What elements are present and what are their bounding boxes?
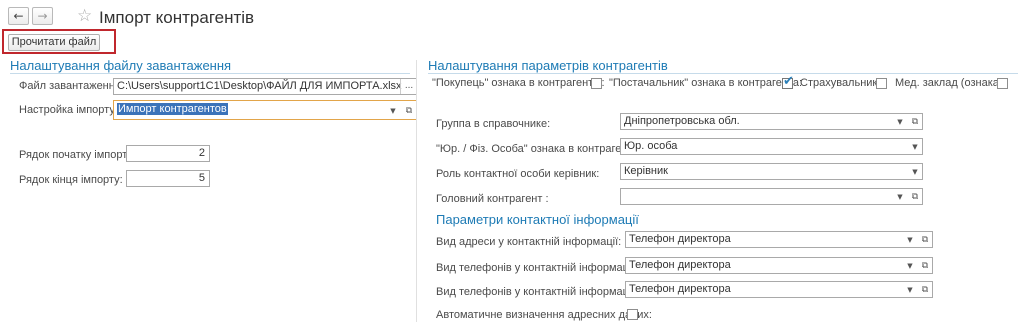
group-value: Дніпропетровська обл. — [624, 115, 740, 127]
end-row-input[interactable]: 5 — [126, 170, 210, 187]
file-settings-section-title: Налаштування файлу завантаження — [10, 58, 232, 73]
chevron-down-icon[interactable]: ▼ — [908, 139, 922, 154]
start-row-input[interactable]: 2 — [126, 145, 210, 162]
file-path-field[interactable]: C:\Users\support1C1\Desktop\ФАЙЛ ДЛЯ ИМП… — [113, 78, 417, 95]
open-icon[interactable]: ⧉ — [908, 189, 922, 204]
back-button[interactable]: ← — [8, 7, 29, 25]
chevron-down-icon[interactable]: ▼ — [903, 282, 917, 297]
phone2-value: Телефон директора — [629, 283, 731, 295]
open-icon[interactable]: ⧉ — [918, 258, 932, 273]
legal-value: Юр. особа — [624, 140, 678, 152]
phone1-field[interactable]: Телефон директора — [625, 257, 933, 274]
browse-button[interactable]: ... — [400, 79, 417, 94]
role-field[interactable]: Керівник — [620, 163, 923, 180]
role-value: Керівник — [624, 165, 668, 177]
med-checkbox[interactable] — [997, 78, 1008, 89]
chevron-down-icon[interactable]: ▼ — [386, 103, 400, 118]
group-field[interactable]: Дніпропетровська обл. — [620, 113, 923, 130]
open-icon[interactable]: ⧉ — [918, 232, 932, 247]
buyer-checkbox[interactable] — [591, 78, 602, 89]
open-icon[interactable]: ⧉ — [402, 103, 416, 118]
phone2-label: Вид телефонів у контактній інформації: — [436, 286, 638, 298]
star-icon[interactable]: ☆ — [77, 6, 92, 26]
phone1-label: Вид телефонів у контактній інформації: — [436, 262, 638, 274]
insurer-label: Страхувальник: — [800, 77, 881, 89]
read-file-button[interactable]: Прочитати файл — [8, 34, 100, 51]
phone1-value: Телефон директора — [629, 259, 731, 271]
file-path-value: C:\Users\support1C1\Desktop\ФАЙЛ ДЛЯ ИМП… — [117, 80, 402, 92]
chevron-down-icon[interactable]: ▼ — [908, 164, 922, 179]
legal-field[interactable]: Юр. особа — [620, 138, 923, 155]
auto-checkbox[interactable] — [627, 309, 638, 320]
column-divider — [416, 60, 417, 322]
end-row-label: Рядок кінця імпорту: — [19, 174, 123, 186]
auto-label: Автоматичне визначення адресних даних: — [436, 309, 652, 321]
file-label: Файл завантаження: — [19, 80, 124, 92]
chevron-down-icon[interactable]: ▼ — [893, 189, 907, 204]
addr-field[interactable]: Телефон директора — [625, 231, 933, 248]
buyer-label: "Покупець" ознака в контрагентів: — [432, 77, 605, 89]
legal-label: "Юр. / Фіз. Особа" ознака в контрагента: — [436, 143, 642, 155]
chevron-down-icon[interactable]: ▼ — [903, 232, 917, 247]
open-icon[interactable]: ⧉ — [918, 282, 932, 297]
group-label: Группа в справочнике: — [436, 118, 551, 130]
forward-button[interactable]: → — [32, 7, 53, 25]
chevron-down-icon[interactable]: ▼ — [903, 258, 917, 273]
addr-value: Телефон директора — [629, 233, 731, 245]
addr-label: Вид адреси у контактній інформації: — [436, 236, 622, 248]
supplier-checkbox[interactable] — [782, 74, 794, 89]
chevron-down-icon[interactable]: ▼ — [893, 114, 907, 129]
supplier-label: "Постачальник" ознака в контрагента: — [609, 77, 803, 89]
main-label: Головний контрагент : — [436, 193, 549, 205]
arrow-left-icon: ← — [13, 9, 24, 23]
section-divider — [428, 73, 1018, 74]
start-row-label: Рядок початку імпорту: — [19, 149, 136, 161]
phone2-field[interactable]: Телефон директора — [625, 281, 933, 298]
counterparty-settings-section-title: Налаштування параметрів контрагентів — [428, 58, 668, 73]
insurer-checkbox[interactable] — [876, 78, 887, 89]
arrow-right-icon: → — [37, 9, 48, 23]
role-label: Роль контактної особи керівник: — [436, 168, 600, 180]
page-title: Імпорт контрагентів — [99, 8, 255, 27]
import-settings-field[interactable]: Импорт контрагентов — [113, 100, 417, 120]
section-divider — [10, 73, 410, 74]
import-settings-value: Импорт контрагентов — [117, 103, 228, 115]
open-icon[interactable]: ⧉ — [908, 114, 922, 129]
contact-section-title: Параметри контактної інформації — [436, 212, 639, 227]
main-field[interactable] — [620, 188, 923, 205]
med-label: Мед. заклад (ознака): — [895, 77, 1006, 89]
settings-label: Настройка імпорту: — [19, 104, 118, 116]
